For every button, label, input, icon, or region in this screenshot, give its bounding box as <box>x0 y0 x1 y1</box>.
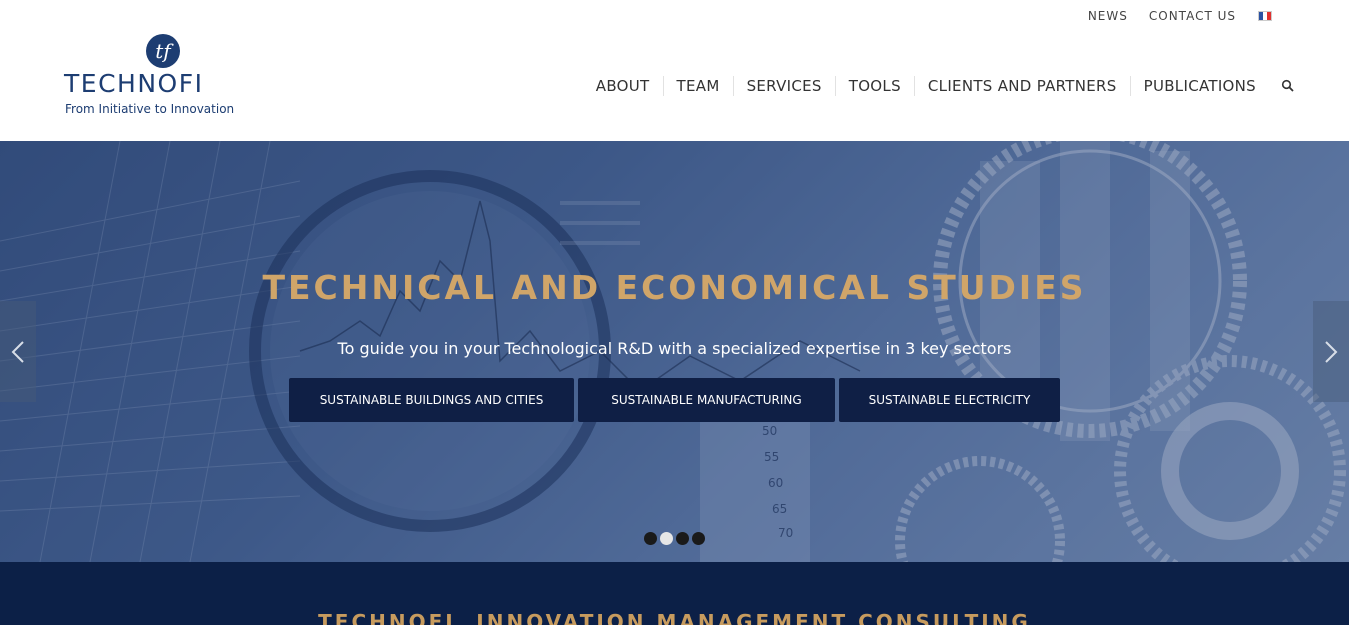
logo-tagline: From Initiative to Innovation <box>65 102 235 116</box>
topnav-news-link[interactable]: NEWS <box>1088 9 1128 23</box>
technofi-logo[interactable]: tf TECHNOFI From Initiative to Innovatio… <box>64 33 264 123</box>
hero-title: TECHNICAL AND ECONOMICAL STUDIES <box>262 268 1087 307</box>
slider-dot[interactable] <box>644 532 657 545</box>
hero-slider: 50 55 60 65 70 TECHNICAL AND ECONOMICAL … <box>0 141 1349 562</box>
search-icon[interactable] <box>1281 79 1295 93</box>
chevron-left-icon <box>11 340 24 363</box>
slider-dot[interactable] <box>676 532 689 545</box>
flag-icon-france[interactable] <box>1258 11 1272 21</box>
nav-item-clients-partners[interactable]: CLIENTS AND PARTNERS <box>913 76 1130 96</box>
hero-subtitle: To guide you in your Technological R&D w… <box>337 339 1012 358</box>
logo-wordmark: TECHNOFI <box>64 69 204 98</box>
nav-item-tools[interactable]: TOOLS <box>834 76 914 96</box>
topnav-contact-link[interactable]: CONTACT US <box>1149 9 1236 23</box>
chevron-right-icon <box>1325 340 1338 363</box>
nav-item-services[interactable]: SERVICES <box>732 76 835 96</box>
site-header: tf TECHNOFI From Initiative to Innovatio… <box>0 0 1349 141</box>
top-utility-nav: NEWS CONTACT US <box>1067 8 1272 24</box>
slider-dot[interactable] <box>692 532 705 545</box>
nav-item-publications[interactable]: PUBLICATIONS <box>1129 76 1269 96</box>
tf-monogram-icon: tf <box>146 34 180 68</box>
nav-item-about[interactable]: ABOUT <box>583 76 663 96</box>
sustainable-electricity-button[interactable]: SUSTAINABLE ELECTRICITY <box>839 378 1060 422</box>
slider-pagination <box>644 532 708 545</box>
hero-button-group: SUSTAINABLE BUILDINGS AND CITIES SUSTAIN… <box>0 378 1349 422</box>
main-nav: ABOUT TEAM SERVICES TOOLS CLIENTS AND PA… <box>583 75 1295 97</box>
slider-next-button[interactable] <box>1313 301 1349 402</box>
slider-prev-button[interactable] <box>0 301 36 402</box>
nav-item-team[interactable]: TEAM <box>662 76 733 96</box>
sustainable-buildings-button[interactable]: SUSTAINABLE BUILDINGS AND CITIES <box>289 378 574 422</box>
intro-section: TECHNOFI, INNOVATION MANAGEMENT CONSULTI… <box>0 562 1349 625</box>
slider-dot-active[interactable] <box>660 532 673 545</box>
sustainable-manufacturing-button[interactable]: SUSTAINABLE MANUFACTURING <box>578 378 835 422</box>
section-title: TECHNOFI, INNOVATION MANAGEMENT CONSULTI… <box>318 610 1031 625</box>
